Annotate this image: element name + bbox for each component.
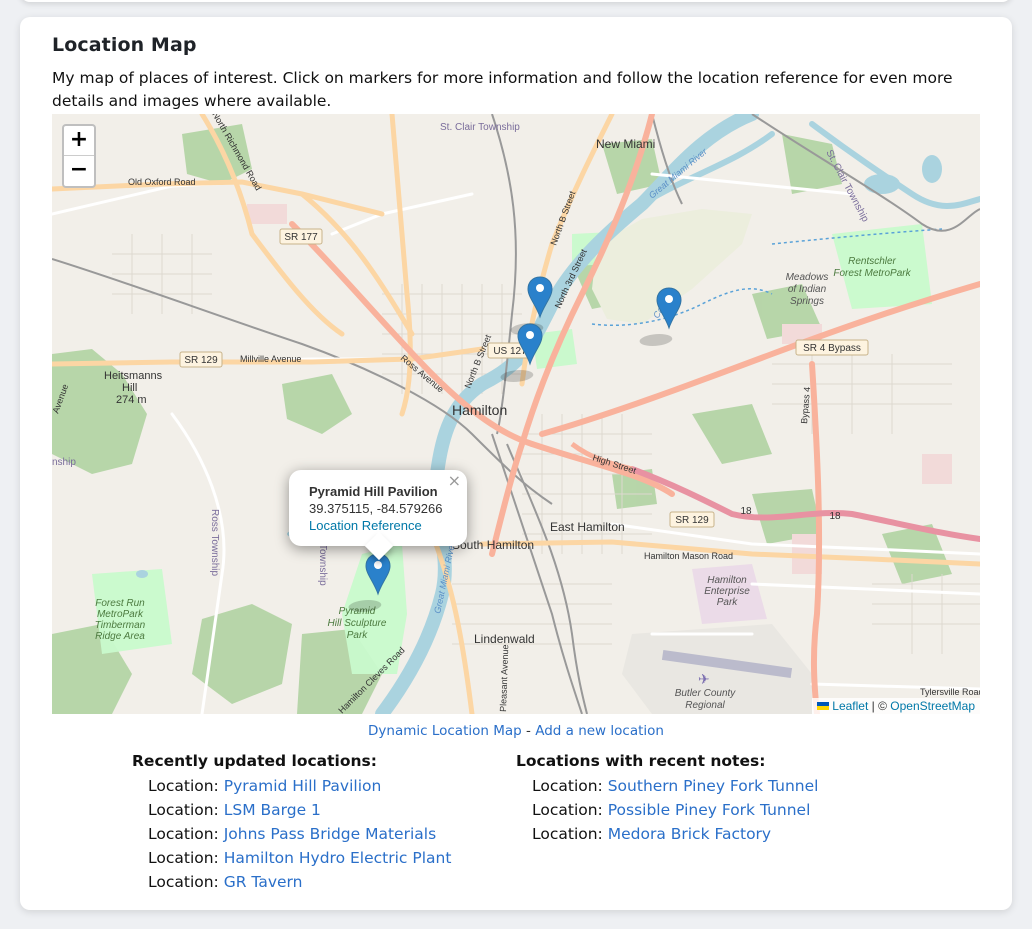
map-label-heitsmanns-3: 274 m <box>116 394 147 406</box>
map-label-east-hamilton: East Hamilton <box>550 520 625 534</box>
list-item: Location: Pyramid Hill Pavilion <box>132 776 451 800</box>
airport-icon: ✈ <box>698 672 710 688</box>
location-link[interactable]: Johns Pass Bridge Materials <box>224 825 436 843</box>
map-label-forest-run-4: Ridge Area <box>95 631 145 642</box>
popup-title: Pyramid Hill Pavilion <box>309 484 438 499</box>
map-label-pyramid-hill-2: Hill Sculpture <box>328 618 387 629</box>
map-label-hamilton: Hamilton <box>452 402 507 418</box>
map-label-new-miami: New Miami <box>596 137 655 151</box>
recent-notes-list: Locations with recent notes: Location: S… <box>516 752 818 848</box>
location-prefix: Location: <box>148 873 224 891</box>
location-link[interactable]: Southern Piney Fork Tunnel <box>608 777 819 795</box>
add-new-location-link[interactable]: Add a new location <box>535 723 664 739</box>
popup-location-reference-link[interactable]: Location Reference <box>309 518 422 533</box>
map-tiles[interactable]: SR 177 SR 129 US 127 SR 4 Bypass SR 129 … <box>52 114 980 714</box>
location-link[interactable]: LSM Barge 1 <box>224 801 321 819</box>
location-prefix: Location: <box>148 801 224 819</box>
leaflet-link[interactable]: Leaflet <box>832 699 868 713</box>
map-label-lindenwald: Lindenwald <box>474 632 535 646</box>
list-item: Location: Possible Piney Fork Tunnel <box>516 800 818 824</box>
map-attribution: Leaflet | © OpenStreetMap <box>812 698 980 714</box>
list-item: Location: Medora Brick Factory <box>516 824 818 848</box>
recently-updated-heading: Recently updated locations: <box>132 752 377 770</box>
list-item: Location: Hamilton Hydro Electric Plant <box>132 848 451 872</box>
previous-card-edge <box>20 0 1012 2</box>
location-prefix: Location: <box>148 777 224 795</box>
marker-popup: × Pyramid Hill Pavilion 39.375115, -84.5… <box>289 470 467 561</box>
map-label-forest-run-2: MetroPark <box>97 609 144 620</box>
map-label-meadows-2: of Indian <box>788 284 827 295</box>
map-label-hamilton-enterprise-2: Enterprise <box>704 586 750 597</box>
map-label-old-oxford-road: Old Oxford Road <box>128 177 196 187</box>
map-label-forest-run: Forest Run <box>95 598 145 609</box>
map-label-butler-county-2: Regional <box>685 700 725 711</box>
map-label-meadows-3: Springs <box>790 296 824 307</box>
map-label-hamilton-enterprise: Hamilton <box>707 575 747 586</box>
popup-coordinates: 39.375115, -84.579266 <box>309 501 443 516</box>
location-link[interactable]: Pyramid Hill Pavilion <box>224 777 382 795</box>
map-label-heitsmanns-2: Hill <box>122 382 137 394</box>
map-label-sr129-west: SR 129 <box>184 355 218 366</box>
location-map-card: Location Map My map of places of interes… <box>20 17 1012 910</box>
map-label-sr4-bypass: SR 4 Bypass <box>803 343 861 354</box>
recently-updated-list: Recently updated locations: Location: Py… <box>132 752 451 896</box>
ukraine-flag-icon <box>817 702 830 710</box>
location-link[interactable]: Possible Piney Fork Tunnel <box>608 801 811 819</box>
map-links-separator: - <box>521 723 536 739</box>
zoom-control: + − <box>62 124 96 188</box>
map-label-route18a: 18 <box>740 506 752 517</box>
attribution-separator: | © <box>871 699 887 713</box>
openstreetmap-link[interactable]: OpenStreetMap <box>890 699 975 713</box>
map-label-millville-avenue: Millville Avenue <box>240 354 301 364</box>
map-label-route18b: 18 <box>829 511 841 522</box>
map-label-forest-run-3: Timberman <box>95 620 146 631</box>
map-label-sr129-east: SR 129 <box>675 515 709 526</box>
location-prefix: Location: <box>148 849 224 867</box>
card-title: Location Map <box>52 34 197 56</box>
map-label-hamilton-mason-road: Hamilton Mason Road <box>644 551 733 561</box>
list-item: Location: Southern Piney Fork Tunnel <box>516 776 818 800</box>
dynamic-location-map-link[interactable]: Dynamic Location Map <box>368 723 522 739</box>
map-label-rentschler-2: Forest MetroPark <box>833 268 911 279</box>
location-prefix: Location: <box>148 825 224 843</box>
leaflet-map[interactable]: SR 177 SR 129 US 127 SR 4 Bypass SR 129 … <box>52 114 980 714</box>
map-label-st-clair-township: St. Clair Township <box>440 122 520 133</box>
map-label-ross-township-left: nship <box>52 457 76 468</box>
recent-notes-heading: Locations with recent notes: <box>516 752 766 770</box>
popup-close-button[interactable]: × <box>448 472 461 489</box>
location-prefix: Location: <box>532 777 608 795</box>
map-label-rentschler: Rentschler <box>848 256 896 267</box>
map-label-tylersville-road: Tylersville Road <box>920 687 980 697</box>
list-item: Location: LSM Barge 1 <box>132 800 451 824</box>
location-link[interactable]: Medora Brick Factory <box>608 825 771 843</box>
map-label-sr177: SR 177 <box>284 232 318 243</box>
map-label-ross-township: Ross Township <box>209 509 220 577</box>
location-prefix: Location: <box>532 825 608 843</box>
location-link[interactable]: GR Tavern <box>224 873 303 891</box>
list-item: Location: Johns Pass Bridge Materials <box>132 824 451 848</box>
location-link[interactable]: Hamilton Hydro Electric Plant <box>224 849 452 867</box>
map-label-hamilton-enterprise-3: Park <box>717 597 739 608</box>
map-label-butler-county: Butler County <box>675 688 737 699</box>
map-label-meadows: Meadows <box>786 272 829 283</box>
zoom-out-button[interactable]: − <box>64 156 94 186</box>
card-description: My map of places of interest. Click on m… <box>52 69 953 110</box>
list-item: Location: GR Tavern <box>132 872 451 896</box>
zoom-in-button[interactable]: + <box>64 126 94 156</box>
map-label-township: Township <box>317 544 328 586</box>
map-label-pyramid-hill-3: Park <box>347 630 369 641</box>
location-prefix: Location: <box>532 801 608 819</box>
map-links: Dynamic Location Map - Add a new locatio… <box>20 723 1012 739</box>
map-label-heitsmanns: Heitsmanns <box>104 370 163 382</box>
